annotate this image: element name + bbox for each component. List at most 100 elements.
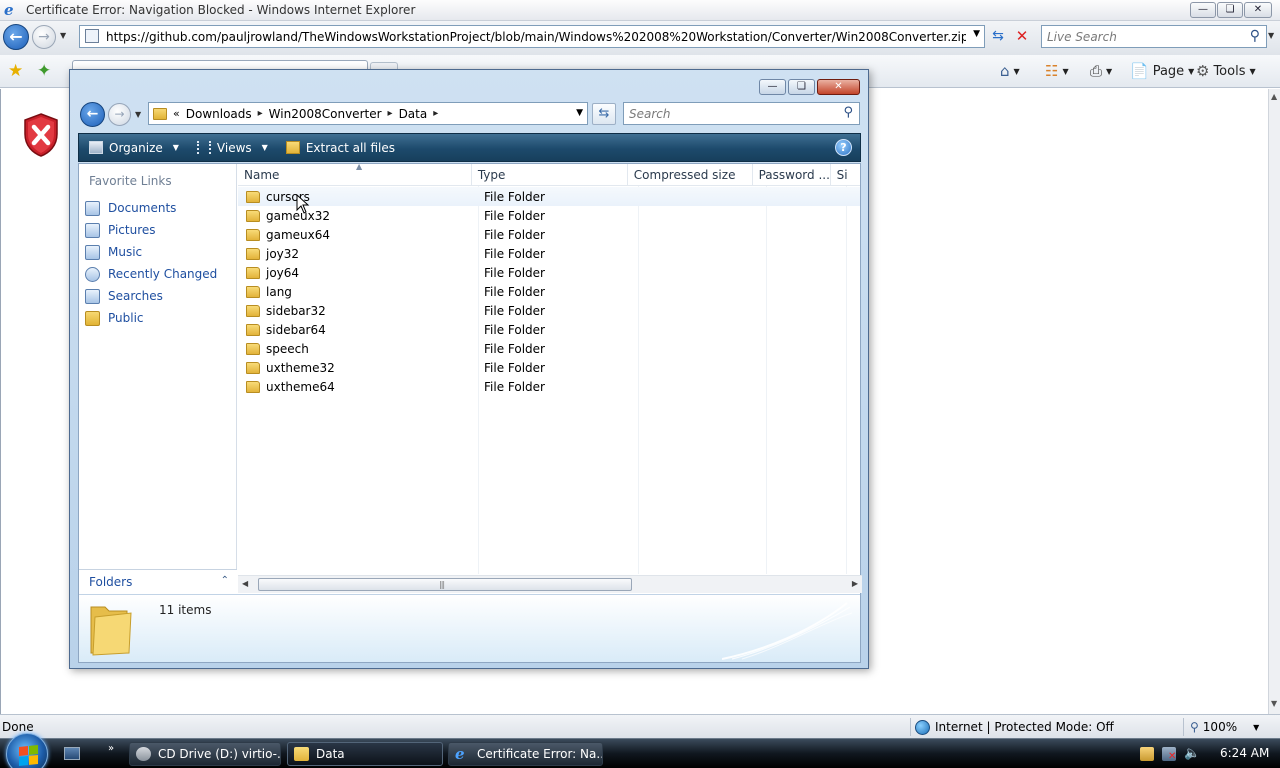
zoom-level: 100% — [1202, 720, 1238, 734]
live-search-input[interactable]: Live Search ⚲ — [1041, 25, 1267, 48]
close-button[interactable]: ✕ — [1244, 2, 1272, 18]
explorer-close-button[interactable]: ✕ — [817, 79, 860, 95]
security-zone[interactable]: Internet | Protected Mode: Off — [910, 718, 1182, 736]
tray-folder-icon[interactable] — [1140, 747, 1154, 761]
zoom-control[interactable]: ⚲ 100% ▼ — [1183, 718, 1259, 736]
file-row-sidebar32[interactable]: sidebar32 File Folder — [238, 301, 860, 320]
chevron-right-icon[interactable]: ▸ — [433, 108, 438, 119]
column-size[interactable]: Si — [831, 164, 860, 186]
breadcrumb-downloads[interactable]: Downloads — [186, 107, 252, 121]
search-icon[interactable]: ⚲ — [1250, 28, 1260, 44]
file-name: joy64 — [266, 265, 300, 280]
taskbar-data-folder[interactable]: Data — [287, 742, 443, 766]
file-row-speech[interactable]: speech File Folder — [238, 339, 860, 358]
extract-all-button[interactable]: Extract all files — [285, 141, 395, 155]
file-type: File Folder — [484, 379, 545, 394]
page-menu[interactable]: 📄 Page ▼ — [1130, 62, 1194, 80]
scroll-left-arrow[interactable]: ◀ — [242, 579, 248, 588]
taskbar-cd-drive[interactable]: CD Drive (D:) virtio-... — [129, 742, 281, 766]
clock[interactable]: 6:24 AM — [1220, 746, 1269, 760]
show-desktop-icon[interactable] — [64, 747, 80, 760]
folder-icon — [246, 323, 260, 336]
home-button[interactable]: ⌂ ▼ — [1000, 62, 1020, 80]
add-favorites-icon[interactable]: ✦ — [37, 61, 51, 81]
live-search-placeholder: Live Search — [1047, 30, 1117, 44]
address-url[interactable]: https://github.com/pauljrowland/TheWindo… — [106, 30, 966, 44]
address-dropdown[interactable]: ▼ — [973, 29, 980, 39]
views-button[interactable]: Views ▼ — [196, 141, 268, 155]
explorer-history-dropdown[interactable]: ▼ — [135, 110, 141, 119]
scroll-right-arrow[interactable]: ▶ — [852, 579, 858, 588]
taskbar-internet-explorer[interactable]: e Certificate Error: Na... — [448, 742, 603, 766]
rss-icon: ☷ — [1045, 62, 1059, 80]
ie-vertical-scrollbar[interactable]: ▲ ▼ — [1268, 89, 1280, 714]
chevron-right-icon[interactable]: ▸ — [388, 108, 393, 119]
file-row-joy64[interactable]: joy64 File Folder — [238, 263, 860, 282]
file-type: File Folder — [484, 265, 545, 280]
favorite-label: Music — [108, 245, 143, 259]
explorer-forward-button[interactable]: → — [108, 103, 131, 126]
column-name[interactable]: ▲ Name — [238, 164, 472, 186]
folders-toggle[interactable]: Folders ⌃ — [79, 569, 237, 594]
stop-button[interactable]: ✕ — [1011, 26, 1033, 47]
file-row-uxtheme32[interactable]: uxtheme32 File Folder — [238, 358, 860, 377]
favorite-recently-changed[interactable]: Recently Changed — [85, 263, 217, 285]
organize-icon — [89, 141, 103, 154]
tools-menu[interactable]: ⚙ Tools ▼ — [1196, 62, 1256, 80]
favorites-center-icon[interactable]: ★ — [8, 61, 23, 81]
favorite-pictures[interactable]: Pictures — [85, 219, 217, 241]
file-row-gameux64[interactable]: gameux64 File Folder — [238, 225, 860, 244]
organize-label: Organize — [109, 140, 163, 155]
favorite-public[interactable]: Public — [85, 307, 217, 329]
recent-pages-dropdown[interactable]: ▼ — [60, 31, 66, 40]
column-password[interactable]: Password ... — [753, 164, 831, 186]
organize-button[interactable]: Organize ▼ — [89, 141, 179, 155]
favorite-documents[interactable]: Documents — [85, 197, 217, 219]
file-row-cursors[interactable]: cursors File Folder — [238, 187, 860, 206]
column-header-row: ▲ Name Type Compressed size Password ... … — [238, 164, 860, 186]
file-row-joy32[interactable]: joy32 File Folder — [238, 244, 860, 263]
volume-icon[interactable]: 🔈 — [1184, 747, 1200, 761]
explorer-minimize-button[interactable]: — — [759, 79, 786, 95]
breadcrumb-win2008converter[interactable]: Win2008Converter — [269, 107, 382, 121]
favorite-searches[interactable]: Searches — [85, 285, 217, 307]
horizontal-scrollbar[interactable]: ◀ ||| ▶ — [238, 575, 862, 593]
feeds-button[interactable]: ☷ ▼ — [1045, 62, 1069, 80]
address-dropdown[interactable]: ▼ — [576, 108, 583, 118]
network-disconnected-icon[interactable]: ✕ — [1162, 747, 1176, 762]
back-button[interactable]: ← — [3, 24, 29, 50]
explorer-back-button[interactable]: ← — [80, 102, 105, 127]
chevron-down-icon: ▼ — [172, 143, 179, 152]
overflow-chevron-icon[interactable]: « — [173, 107, 180, 120]
chevron-right-icon[interactable]: ▸ — [258, 108, 263, 119]
refresh-button[interactable]: ⇆ — [987, 26, 1009, 47]
help-icon[interactable]: ? — [835, 139, 852, 156]
file-row-uxtheme64[interactable]: uxtheme64 File Folder — [238, 377, 860, 396]
explorer-refresh-button[interactable]: ⇆ — [592, 103, 616, 125]
breadcrumb-data[interactable]: Data — [399, 107, 428, 121]
scrollbar-thumb[interactable]: ||| — [258, 578, 632, 591]
home-icon: ⌂ — [1000, 62, 1010, 80]
favorite-music[interactable]: Music — [85, 241, 217, 263]
address-bar[interactable]: https://github.com/pauljrowland/TheWindo… — [79, 25, 985, 48]
start-button[interactable] — [6, 733, 48, 768]
search-options-dropdown[interactable]: ▼ — [1268, 31, 1274, 40]
explorer-maximize-button[interactable]: ❏ — [788, 79, 815, 95]
minimize-button[interactable]: — — [1190, 2, 1216, 18]
search-icon[interactable]: ⚲ — [843, 105, 853, 120]
column-type[interactable]: Type — [472, 164, 628, 186]
column-compressed-size[interactable]: Compressed size — [628, 164, 753, 186]
explorer-address-bar[interactable]: « Downloads ▸ Win2008Converter ▸ Data ▸ … — [148, 102, 588, 125]
print-button[interactable]: ⎙ ▼ — [1090, 62, 1112, 80]
scroll-down-arrow[interactable]: ▼ — [1271, 699, 1277, 708]
explorer-search-input[interactable]: Search ⚲ — [623, 102, 860, 125]
explorer-search-placeholder: Search — [629, 107, 671, 121]
quick-launch-overflow-icon[interactable]: » — [108, 743, 114, 754]
forward-button[interactable]: → — [32, 25, 56, 49]
maximize-button[interactable]: ❏ — [1217, 2, 1243, 18]
file-row-sidebar64[interactable]: sidebar64 File Folder — [238, 320, 860, 339]
file-row-gameux32[interactable]: gameux32 File Folder — [238, 206, 860, 225]
recently-changed-icon — [85, 266, 100, 282]
scroll-up-arrow[interactable]: ▲ — [1271, 92, 1277, 101]
file-row-lang[interactable]: lang File Folder — [238, 282, 860, 301]
